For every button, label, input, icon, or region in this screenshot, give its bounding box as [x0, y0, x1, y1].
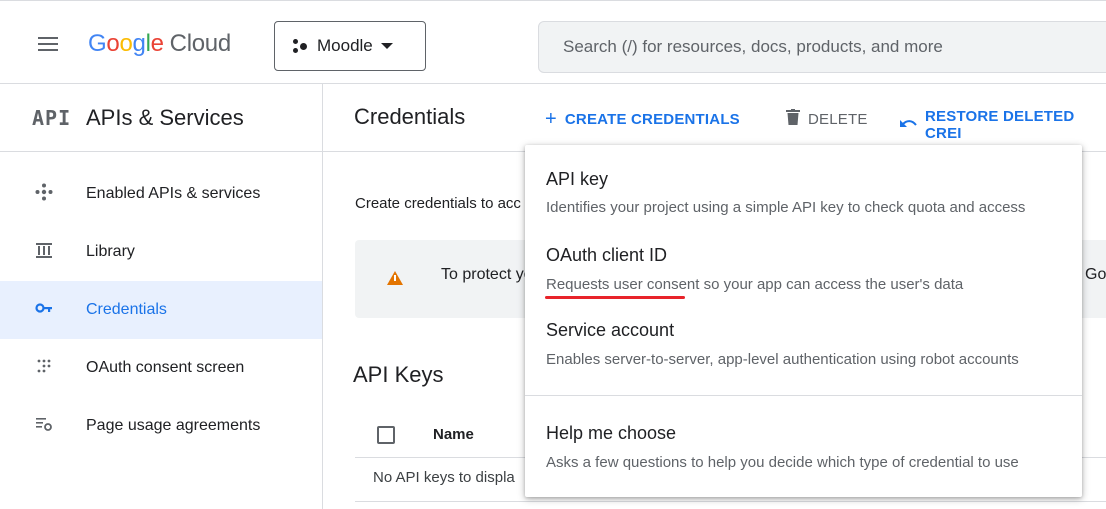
sidebar-item-label: OAuth consent screen — [86, 359, 245, 376]
sidebar-item-oauth-consent[interactable]: OAuth consent screen — [0, 339, 322, 397]
sidebar-item-label: Enabled APIs & services — [86, 185, 261, 202]
key-icon — [34, 299, 54, 322]
main-menu-icon[interactable] — [38, 37, 58, 51]
restore-deleted-button[interactable]: RESTORE DELETED CREI — [899, 108, 1106, 142]
api-keys-title: API Keys — [353, 362, 444, 387]
page-title: Credentials — [354, 104, 466, 129]
menu-item-description: Identifies your project using a simple A… — [546, 199, 1026, 216]
warning-text-trail: Goc — [1085, 266, 1106, 283]
sidebar-item-label: Library — [86, 243, 135, 260]
sidebar-item-page-usage[interactable]: Page usage agreements — [0, 397, 322, 455]
sidebar-item-label: Credentials — [86, 301, 167, 318]
api-icon: API — [32, 105, 72, 130]
sidebar-header: API APIs & Services — [0, 84, 322, 152]
library-icon — [34, 241, 54, 264]
create-credentials-button[interactable]: + CREATE CREDENTIALS — [545, 108, 740, 131]
settings-list-icon — [34, 415, 54, 438]
project-selector[interactable]: Moodle — [274, 21, 426, 71]
sidebar-item-enabled-apis[interactable]: Enabled APIs & services — [0, 165, 322, 223]
menu-item-description: Requests user consent so your app can ac… — [546, 276, 964, 293]
select-all-checkbox[interactable] — [377, 426, 395, 444]
credentials-description: Create credentials to acc — [355, 195, 521, 212]
column-header-name[interactable]: Name — [433, 426, 474, 443]
caret-down-icon — [380, 43, 393, 49]
warning-text: To protect yo — [441, 266, 533, 283]
empty-table-message: No API keys to displa — [373, 469, 515, 486]
menu-divider — [525, 395, 1082, 396]
trash-icon — [786, 108, 800, 131]
menu-item-title: API key — [546, 169, 609, 189]
search-input[interactable]: Search (/) for resources, docs, products… — [538, 21, 1106, 73]
sidebar: API APIs & Services Enabled APIs & servi… — [0, 84, 323, 509]
undo-icon — [899, 114, 917, 137]
sidebar-item-library[interactable]: Library — [0, 223, 322, 281]
menu-item-oauth-client-id[interactable]: OAuth client ID Requests user consent so… — [525, 225, 1082, 305]
menu-item-title: OAuth client ID — [546, 245, 668, 265]
sidebar-title: APIs & Services — [86, 104, 244, 130]
menu-item-description: Asks a few questions to help you decide … — [546, 454, 1019, 471]
menu-item-title: Help me choose — [546, 423, 677, 443]
menu-item-api-key[interactable]: API key Identifies your project using a … — [525, 145, 1082, 225]
project-name: Moodle — [317, 36, 373, 55]
menu-item-title: Service account — [546, 320, 675, 340]
menu-item-help-me-choose[interactable]: Help me choose Asks a few questions to h… — [525, 405, 1082, 485]
delete-button[interactable]: DELETE — [786, 108, 868, 131]
google-cloud-logo[interactable]: Google Cloud — [88, 28, 231, 60]
divider — [355, 501, 1106, 502]
create-credentials-menu: API key Identifies your project using a … — [525, 145, 1082, 497]
sidebar-item-label: Page usage agreements — [86, 417, 261, 434]
search-placeholder: Search (/) for resources, docs, products… — [563, 37, 943, 56]
page-header: Credentials + CREATE CREDENTIALS DELETE … — [323, 84, 1106, 152]
annotation-underline — [545, 296, 685, 299]
project-icon — [291, 37, 309, 55]
menu-item-service-account[interactable]: Service account Enables server-to-server… — [525, 305, 1082, 385]
hub-icon — [34, 183, 54, 206]
menu-item-description: Enables server-to-server, app-level auth… — [546, 351, 1019, 368]
plus-icon: + — [545, 108, 557, 130]
top-bar: Google Cloud Moodle Search (/) for resour… — [0, 0, 1106, 84]
sidebar-item-credentials[interactable]: Credentials — [0, 281, 322, 339]
dots-icon — [34, 357, 54, 380]
